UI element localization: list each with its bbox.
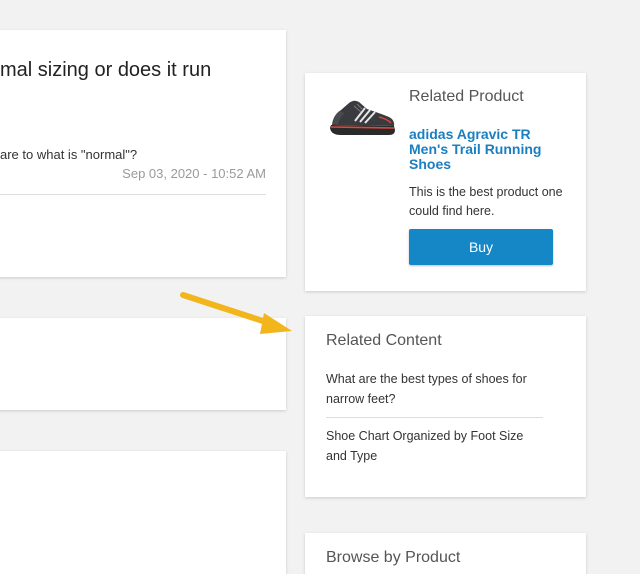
related-product-heading: Related Product [409, 88, 524, 105]
annotation-arrow-icon [180, 292, 292, 334]
question-text: are to what is "normal"? [0, 147, 138, 162]
buy-button[interactable]: Buy [409, 229, 553, 265]
related-content-divider [326, 417, 543, 418]
related-product-card: Related Product adidas Agravic TR Men's … [305, 73, 586, 291]
question-title: mal sizing or does it run [0, 59, 212, 81]
product-name-link[interactable]: adidas Agravic TR Men's Trail Running Sh… [409, 127, 569, 172]
related-content-card: Related Content What are the best types … [305, 316, 586, 497]
browse-by-product-card: Browse by Product [305, 533, 586, 574]
related-content-link[interactable]: Shoe Chart Organized by Foot Size and Ty… [326, 426, 546, 466]
product-description: This is the best product one could find … [409, 185, 563, 218]
question-date: Sep 03, 2020 - 10:52 AM [122, 166, 266, 181]
related-content-link[interactable]: What are the best types of shoes for nar… [326, 369, 546, 409]
question-divider [0, 194, 266, 195]
related-content-heading: Related Content [326, 332, 442, 349]
answer-card [0, 451, 286, 574]
trail-running-shoe-icon[interactable] [327, 95, 397, 139]
page: mal sizing or does it run are to what is… [0, 0, 640, 574]
browse-by-product-heading: Browse by Product [326, 549, 461, 566]
